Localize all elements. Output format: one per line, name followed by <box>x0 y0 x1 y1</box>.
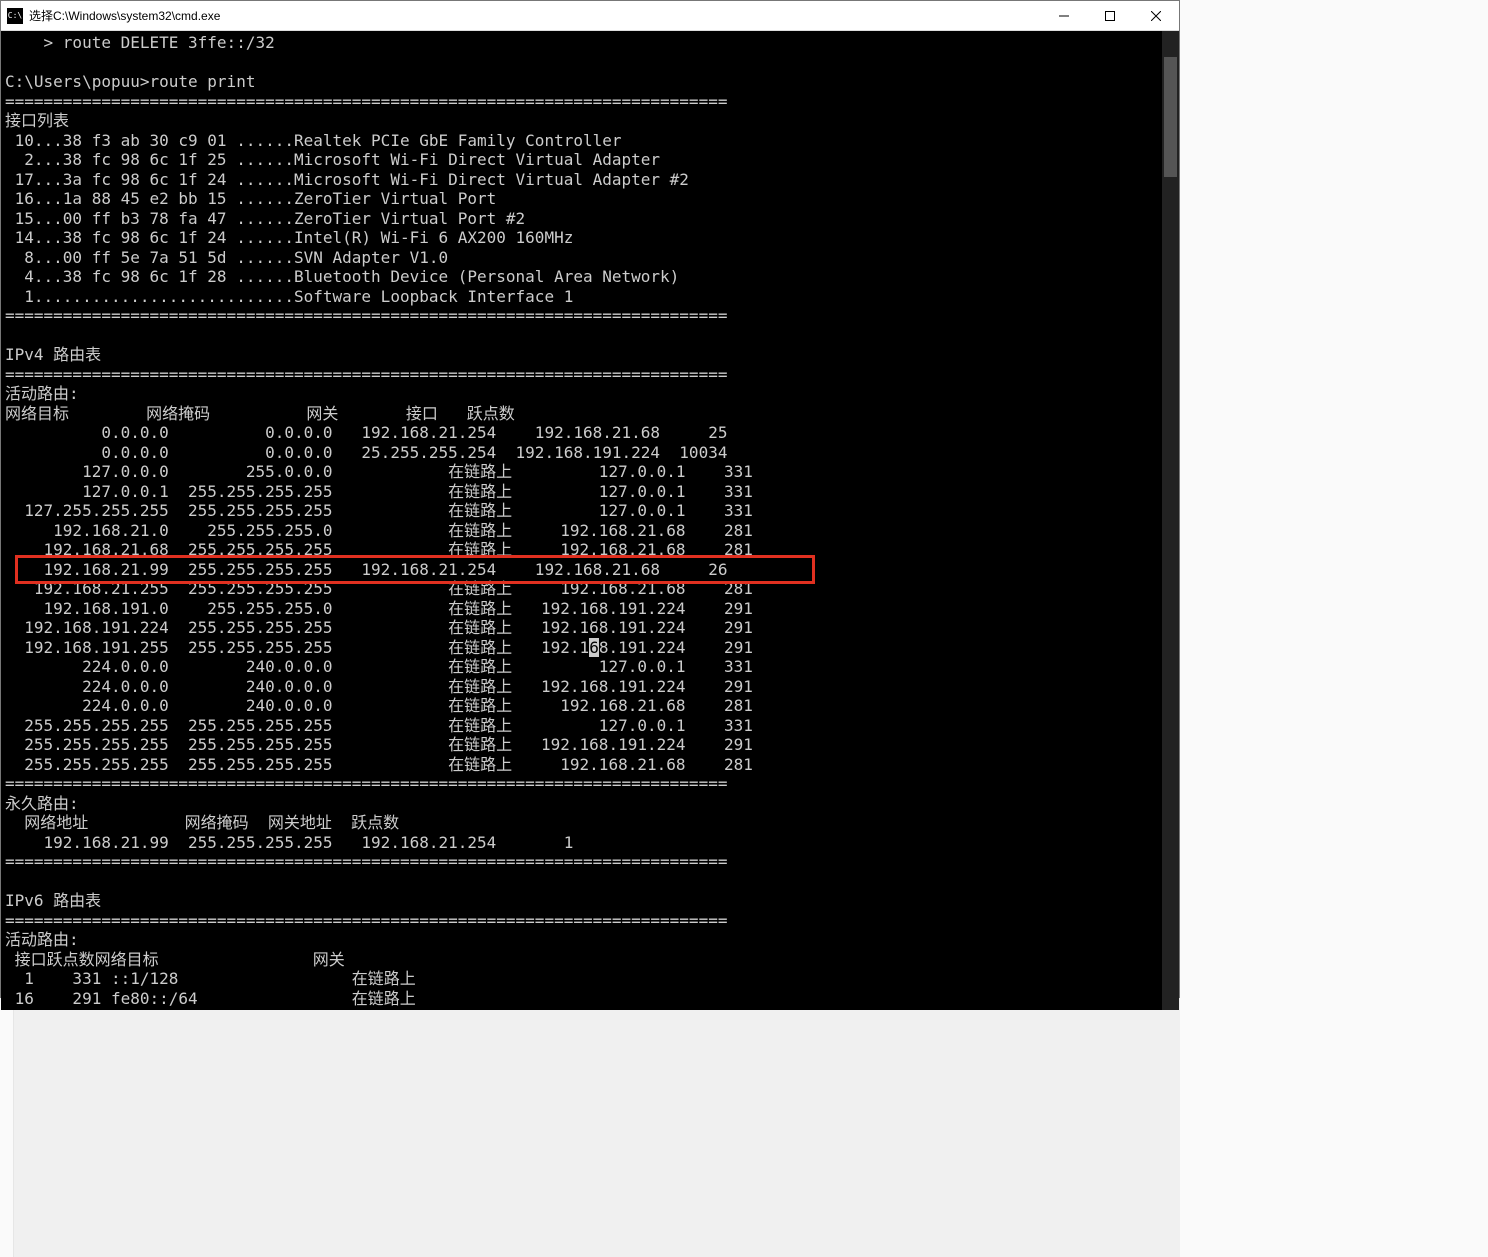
console-wrap: > route DELETE 3ffe::/32 C:\Users\popuu>… <box>1 31 1179 1010</box>
window-title: 选择C:\Windows\system32\cmd.exe <box>29 7 1041 24</box>
window-buttons <box>1041 1 1179 30</box>
editor-right-background <box>1180 0 1488 1257</box>
scroll-thumb[interactable] <box>1164 57 1177 177</box>
maximize-button[interactable] <box>1087 1 1133 30</box>
scrollbar[interactable] <box>1162 31 1179 1010</box>
console-output[interactable]: > route DELETE 3ffe::/32 C:\Users\popuu>… <box>1 31 1162 1010</box>
cmd-window: C:\ 选择C:\Windows\system32\cmd.exe > rout… <box>0 0 1180 998</box>
minimize-button[interactable] <box>1041 1 1087 30</box>
cmd-icon: C:\ <box>7 8 23 24</box>
close-button[interactable] <box>1133 1 1179 30</box>
titlebar[interactable]: C:\ 选择C:\Windows\system32\cmd.exe <box>1 1 1179 31</box>
